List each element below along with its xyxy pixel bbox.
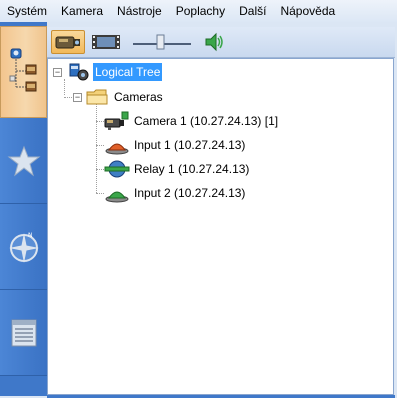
compass-icon: N — [8, 232, 39, 263]
input-green-icon — [105, 191, 129, 203]
tree-node-root[interactable]: Logical Tree — [68, 62, 163, 82]
nav-favorites-button[interactable] — [0, 118, 47, 204]
menu-camera[interactable]: Kamera — [54, 0, 110, 22]
nav-tree-view-button[interactable] — [0, 26, 47, 118]
tree-label-input-1: Input 1 (10.27.24.13) — [134, 138, 246, 152]
left-navigation: N — [0, 22, 47, 396]
folder-icon — [86, 89, 108, 105]
tree-line — [64, 79, 65, 95]
menu-bar: Systém Kamera Nástroje Poplachy Další Ná… — [0, 0, 397, 22]
svg-text:N: N — [28, 232, 33, 239]
tree-node-input-2[interactable]: Input 2 (10.27.24.13) — [104, 183, 247, 203]
tree-line — [96, 169, 104, 170]
tree-label-input-2: Input 2 (10.27.24.13) — [134, 186, 246, 200]
audio-button[interactable] — [197, 30, 231, 54]
tree-node-camera-1[interactable]: Camera 1 (10.27.24.13) [1] — [104, 111, 280, 131]
menu-alarms[interactable]: Poplachy — [169, 0, 232, 22]
volume-slider[interactable] — [131, 30, 193, 54]
cameras-expander[interactable]: − — [73, 93, 82, 102]
tree-label-cameras: Cameras — [114, 90, 163, 104]
tree-label-root: Logical Tree — [93, 63, 163, 81]
tree-line — [96, 121, 104, 122]
nav-map-button[interactable]: N — [0, 204, 47, 290]
nav-list-button[interactable] — [0, 290, 47, 376]
tree-line — [96, 103, 97, 193]
tree-view-icon — [9, 48, 36, 92]
speaker-icon — [205, 32, 223, 52]
tree-node-input-1[interactable]: Input 1 (10.27.24.13) — [104, 135, 247, 155]
video-film-icon — [92, 35, 120, 49]
menu-more[interactable]: Další — [232, 0, 273, 22]
toolbar — [47, 27, 395, 58]
tree-label-camera-1: Camera 1 (10.27.24.13) [1] — [134, 114, 279, 128]
menu-help[interactable]: Nápověda — [273, 0, 342, 22]
tree-line — [96, 145, 104, 146]
camera-device-icon — [104, 111, 129, 130]
root-expander[interactable]: − — [53, 68, 62, 77]
list-icon — [11, 319, 36, 346]
camera-view-button[interactable] — [51, 30, 85, 54]
input-red-icon — [105, 143, 129, 155]
tree-line — [96, 193, 104, 194]
tree-node-cameras[interactable]: Cameras — [85, 87, 165, 107]
tree-node-relay-1[interactable]: Relay 1 (10.27.24.13) — [104, 159, 251, 179]
camera-icon — [55, 36, 80, 49]
relay-icon — [104, 160, 130, 178]
slider-track-icon — [133, 34, 191, 50]
star-icon — [7, 145, 40, 176]
tree-label-relay-1: Relay 1 (10.27.24.13) — [134, 162, 250, 176]
logical-tree-panel: − Logical Tree − Cameras Camera 1 (10.27… — [47, 58, 394, 395]
menu-system[interactable]: Systém — [0, 0, 54, 22]
logical-tree-icon — [69, 63, 89, 81]
video-playback-button[interactable] — [89, 30, 123, 54]
menu-tools[interactable]: Nástroje — [110, 0, 169, 22]
